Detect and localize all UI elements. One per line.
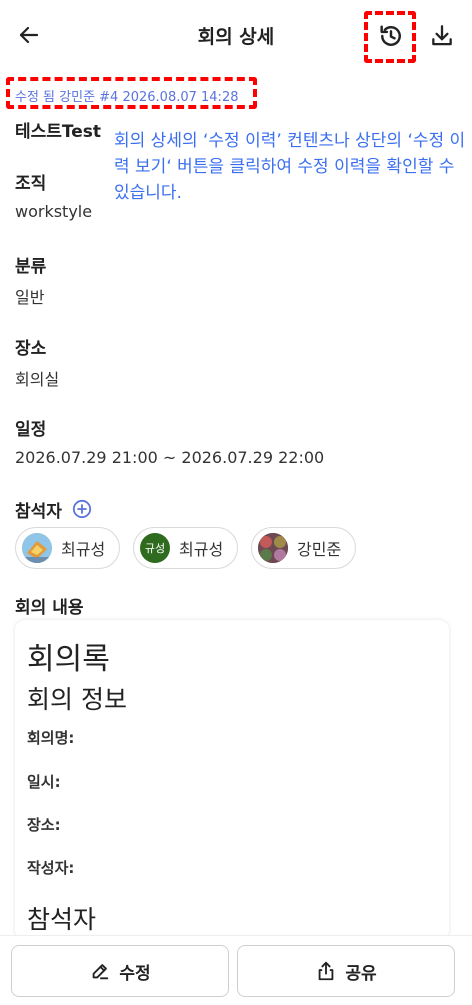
content-item: 일시:: [27, 773, 61, 791]
download-icon: [432, 25, 452, 46]
annotation-text: 회의 상세의 ‘수정 이력’ 컨텐츠나 상단의 ‘수정 이력 보기‘ 버튼을 클…: [114, 131, 466, 203]
edit-button[interactable]: 수정: [11, 945, 229, 997]
share-button-label: 공유: [345, 963, 377, 984]
arrow-left-icon: [19, 26, 39, 44]
meeting-name: 테스트Test: [15, 122, 102, 142]
content-label: 회의 내용: [15, 598, 84, 618]
category-value: 일반: [15, 288, 45, 307]
meeting-content-box[interactable]: 회의록 회의 정보 회의명: 일시: 장소: 작성자: 참석자: [15, 620, 449, 940]
history-icon: [380, 25, 401, 46]
content-heading-2: 회의 정보: [27, 685, 127, 714]
edit-icon: [93, 964, 109, 980]
avatar: [22, 533, 52, 563]
edit-history-link[interactable]: 수정 됨 강민준 #4 2026.08.07 14:28: [15, 86, 238, 105]
edit-button-label: 수정: [119, 963, 151, 984]
bottom-action-bar: 수정 공유: [0, 935, 472, 1005]
plus-circle-icon: [72, 499, 92, 519]
share-icon: [319, 961, 334, 981]
content-heading-attendees: 참석자: [27, 905, 97, 934]
attendee-chip[interactable]: 최규성: [15, 527, 121, 569]
avatar-initials: 규성: [144, 542, 166, 555]
place-value: 회의실: [15, 370, 60, 389]
app-header: 회의 상세: [0, 0, 472, 72]
download-button[interactable]: [426, 20, 458, 52]
org-label: 조직: [15, 174, 47, 194]
attendees-label: 참석자: [15, 502, 62, 522]
attendee-name: 최규성: [61, 540, 106, 559]
content-item: 장소:: [27, 816, 61, 834]
attendee-name: 최규성: [179, 540, 224, 559]
content-item: 작성자:: [27, 859, 75, 877]
category-label: 분류: [15, 257, 47, 277]
avatar: 규성: [140, 533, 170, 563]
attendee-chip[interactable]: 규성 최규성: [133, 527, 239, 569]
avatar: [258, 533, 288, 563]
attendee-name: 강민준: [297, 540, 342, 559]
schedule-value: 2026.07.29 21:00 ~ 2026.07.29 22:00: [15, 448, 325, 467]
content-item: 회의명:: [27, 729, 75, 747]
share-button[interactable]: 공유: [237, 945, 455, 997]
schedule-label: 일정: [15, 420, 47, 440]
place-label: 장소: [15, 339, 47, 359]
content-heading-1: 회의록: [27, 642, 110, 677]
attendee-chip[interactable]: 강민준: [251, 527, 357, 569]
add-attendee-button[interactable]: [72, 499, 92, 519]
org-value: workstyle: [15, 202, 93, 221]
history-button[interactable]: [375, 20, 407, 52]
back-button[interactable]: [12, 18, 46, 52]
